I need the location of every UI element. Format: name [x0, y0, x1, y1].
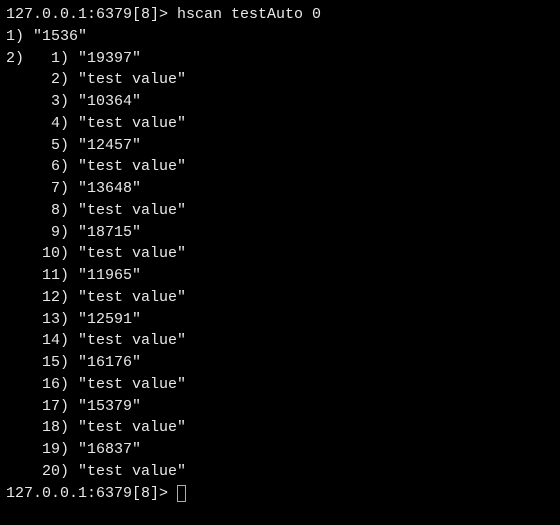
- terminal-line: 18) "test value": [6, 417, 554, 439]
- terminal-line: 11) "11965": [6, 265, 554, 287]
- terminal-line: 10) "test value": [6, 243, 554, 265]
- prompt-line[interactable]: 127.0.0.1:6379[8]>: [6, 483, 554, 505]
- terminal-line: 20) "test value": [6, 461, 554, 483]
- terminal-line: 15) "16176": [6, 352, 554, 374]
- terminal-line: 127.0.0.1:6379[8]> hscan testAuto 0: [6, 4, 554, 26]
- terminal-line: 5) "12457": [6, 135, 554, 157]
- terminal-line: 13) "12591": [6, 309, 554, 331]
- cursor-block: [177, 485, 186, 502]
- terminal-line: 12) "test value": [6, 287, 554, 309]
- terminal-line: 2) "test value": [6, 69, 554, 91]
- prompt-text: 127.0.0.1:6379[8]>: [6, 485, 177, 502]
- terminal-line: 8) "test value": [6, 200, 554, 222]
- terminal-line: 14) "test value": [6, 330, 554, 352]
- terminal-line: 4) "test value": [6, 113, 554, 135]
- terminal-line: 6) "test value": [6, 156, 554, 178]
- terminal-line: 3) "10364": [6, 91, 554, 113]
- terminal-line: 17) "15379": [6, 396, 554, 418]
- terminal-line: 7) "13648": [6, 178, 554, 200]
- terminal-line: 16) "test value": [6, 374, 554, 396]
- terminal-line: 9) "18715": [6, 222, 554, 244]
- terminal-line: 2) 1) "19397": [6, 48, 554, 70]
- terminal-line: 1) "1536": [6, 26, 554, 48]
- terminal-line: 19) "16837": [6, 439, 554, 461]
- terminal-output: 127.0.0.1:6379[8]> hscan testAuto 01) "1…: [6, 4, 554, 483]
